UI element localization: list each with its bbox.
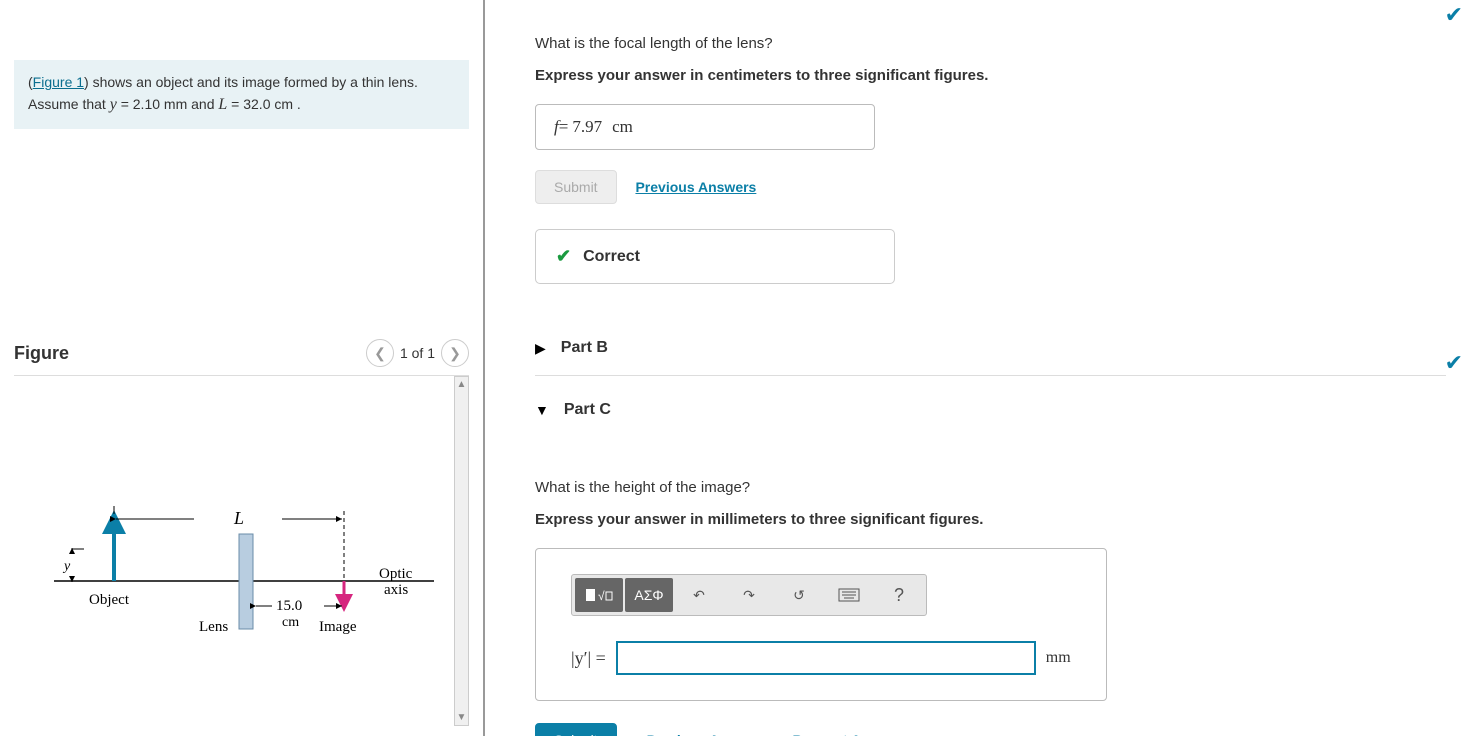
submit-button-partC[interactable]: Submit bbox=[535, 723, 617, 736]
check-icon: ✔ bbox=[556, 246, 571, 267]
left-panel: (Figure 1) shows an object and its image… bbox=[0, 0, 485, 736]
label-image: Image bbox=[319, 619, 357, 635]
answer-input-panel: √ ΑΣΦ ↶ ↷ ↺ ? |y′| = mm bbox=[535, 548, 1107, 701]
lens-diagram: L y 15.0 cm Object Lens bbox=[44, 486, 444, 666]
label-L: L bbox=[233, 508, 244, 528]
figure-scrollbar[interactable]: ▲ ▼ bbox=[454, 376, 469, 726]
partA-question: What is the focal length of the lens? bbox=[535, 35, 1446, 52]
submit-button-partA: Submit bbox=[535, 170, 617, 204]
label-lens: Lens bbox=[199, 619, 228, 635]
reset-button[interactable]: ↺ bbox=[775, 578, 823, 612]
templates-button[interactable]: √ bbox=[575, 578, 623, 612]
previous-answers-link-partA[interactable]: Previous Answers bbox=[635, 179, 756, 195]
partC-question: What is the height of the image? bbox=[535, 479, 1446, 496]
partC-instruction: Express your answer in millimeters to th… bbox=[535, 511, 1446, 528]
greek-button[interactable]: ΑΣΦ bbox=[625, 578, 673, 612]
unit-label: mm bbox=[1046, 649, 1071, 667]
figure-canvas: L y 15.0 cm Object Lens bbox=[14, 376, 469, 726]
label-object: Object bbox=[89, 592, 130, 608]
figure-nav: ❮ 1 of 1 ❯ bbox=[366, 339, 469, 367]
answer-input-partC[interactable] bbox=[616, 641, 1036, 675]
scroll-down-icon[interactable]: ▼ bbox=[455, 710, 469, 725]
checkmark-icon: ✔ bbox=[1445, 350, 1463, 376]
figure-counter: 1 of 1 bbox=[400, 345, 435, 361]
partB-header[interactable]: ▶ Part B bbox=[535, 339, 1446, 367]
label-dist: 15.0 bbox=[276, 598, 302, 614]
correct-feedback: ✔ Correct bbox=[535, 229, 895, 284]
svg-text:√: √ bbox=[598, 589, 605, 603]
figure-next-button[interactable]: ❯ bbox=[441, 339, 469, 367]
keyboard-button[interactable] bbox=[825, 578, 873, 612]
request-answer-link[interactable]: Request Answer bbox=[792, 732, 901, 736]
label-optic: Optic bbox=[379, 566, 413, 582]
previous-answers-link-partC[interactable]: Previous Answers bbox=[647, 732, 768, 736]
caret-right-icon: ▶ bbox=[535, 340, 546, 357]
problem-statement: (Figure 1) shows an object and its image… bbox=[14, 60, 469, 129]
variable-label: |y′| = bbox=[571, 648, 606, 669]
figure-header: Figure ❮ 1 of 1 ❯ bbox=[14, 339, 469, 376]
partC-header[interactable]: ▼ Part C bbox=[535, 401, 1446, 429]
help-button[interactable]: ? bbox=[875, 578, 923, 612]
caret-down-icon: ▼ bbox=[535, 402, 549, 418]
answer-display-partA: f = 7.97 cm bbox=[535, 104, 875, 150]
figure-heading: Figure bbox=[14, 343, 69, 364]
scroll-up-icon[interactable]: ▲ bbox=[455, 377, 469, 392]
label-axis: axis bbox=[384, 582, 408, 598]
label-y: y bbox=[62, 559, 71, 574]
label-dist-unit: cm bbox=[282, 615, 299, 630]
figure-area: L y 15.0 cm Object Lens bbox=[14, 376, 469, 726]
partA-instruction: Express your answer in centimeters to th… bbox=[535, 67, 1446, 84]
figure-prev-button[interactable]: ❮ bbox=[366, 339, 394, 367]
right-panel: ✔ What is the focal length of the lens? … bbox=[485, 0, 1471, 736]
undo-button[interactable]: ↶ bbox=[675, 578, 723, 612]
checkmark-icon: ✔ bbox=[1445, 2, 1463, 28]
figure-link[interactable]: Figure 1 bbox=[33, 74, 84, 90]
redo-button[interactable]: ↷ bbox=[725, 578, 773, 612]
equation-toolbar: √ ΑΣΦ ↶ ↷ ↺ ? bbox=[571, 574, 927, 616]
